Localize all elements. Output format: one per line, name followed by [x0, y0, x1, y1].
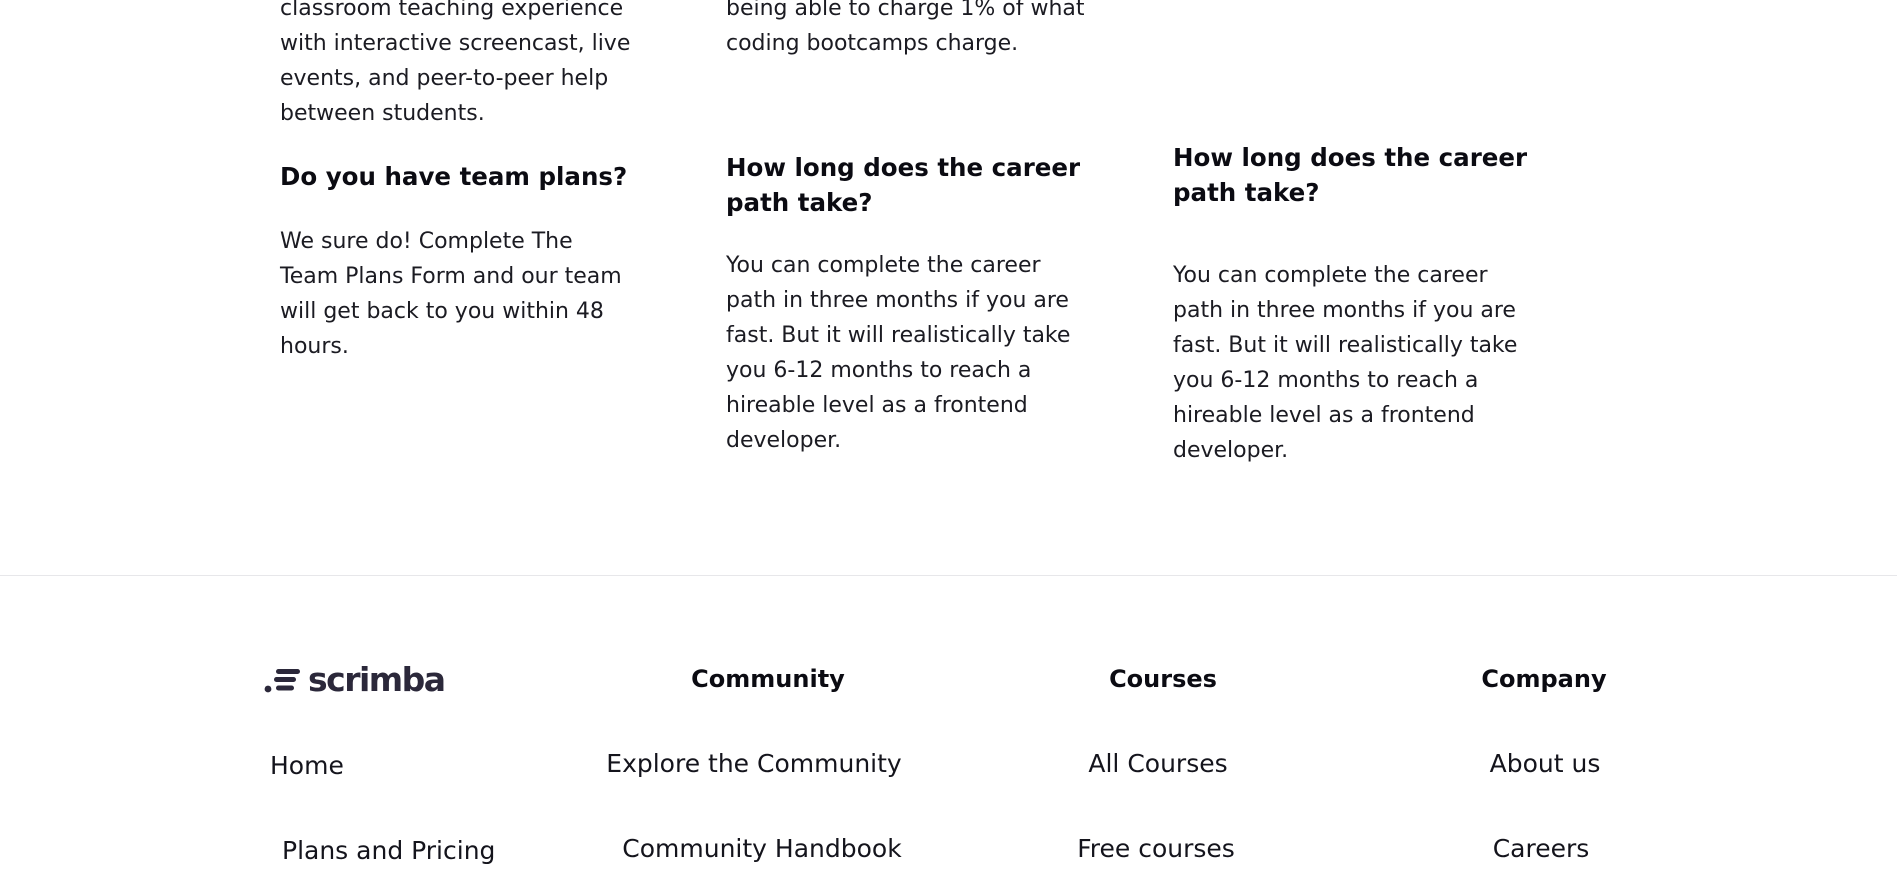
logo-wordmark: scrimba: [308, 660, 445, 697]
scrimba-logo[interactable]: scrimba: [264, 659, 456, 699]
faq-answer-career-path: You can complete the career path in thre…: [726, 253, 1071, 453]
faq-answer-career-path: You can complete the career path in thre…: [1173, 263, 1518, 463]
footer-link-home[interactable]: Home: [270, 751, 344, 780]
footer-link-careers[interactable]: Careers: [1493, 834, 1590, 863]
footer-link-all-courses[interactable]: All Courses: [1088, 749, 1227, 778]
footer-link-free-courses[interactable]: Free courses: [1077, 834, 1235, 863]
footer-link-plans-pricing[interactable]: Plans and Pricing: [282, 836, 495, 865]
faq-question-team-plans: Do you have team plans?: [280, 162, 628, 191]
footer-divider: [0, 575, 1897, 576]
faq-answer-partial: classroom teaching experience with inter…: [280, 0, 631, 126]
faq-question-career-path: How long does the career path take?: [726, 153, 1081, 217]
footer-heading-company: Company: [1481, 665, 1607, 693]
faq-question-career-path: How long does the career path take?: [1173, 143, 1528, 207]
footer-link-about-us[interactable]: About us: [1490, 749, 1601, 778]
faq-answer-team-plans: We sure do! Complete The Team Plans Form…: [280, 229, 622, 359]
footer-link-explore-community[interactable]: Explore the Community: [606, 749, 901, 778]
footer-heading-community: Community: [691, 665, 845, 693]
page: classroom teaching experience with inter…: [0, 0, 1897, 886]
footer-link-community-handbook[interactable]: Community Handbook: [622, 834, 901, 863]
scrimba-logo-icon: scrimba: [264, 660, 446, 699]
footer-heading-courses: Courses: [1109, 665, 1217, 693]
faq-answer-partial: being able to charge 1% of what coding b…: [726, 0, 1085, 56]
